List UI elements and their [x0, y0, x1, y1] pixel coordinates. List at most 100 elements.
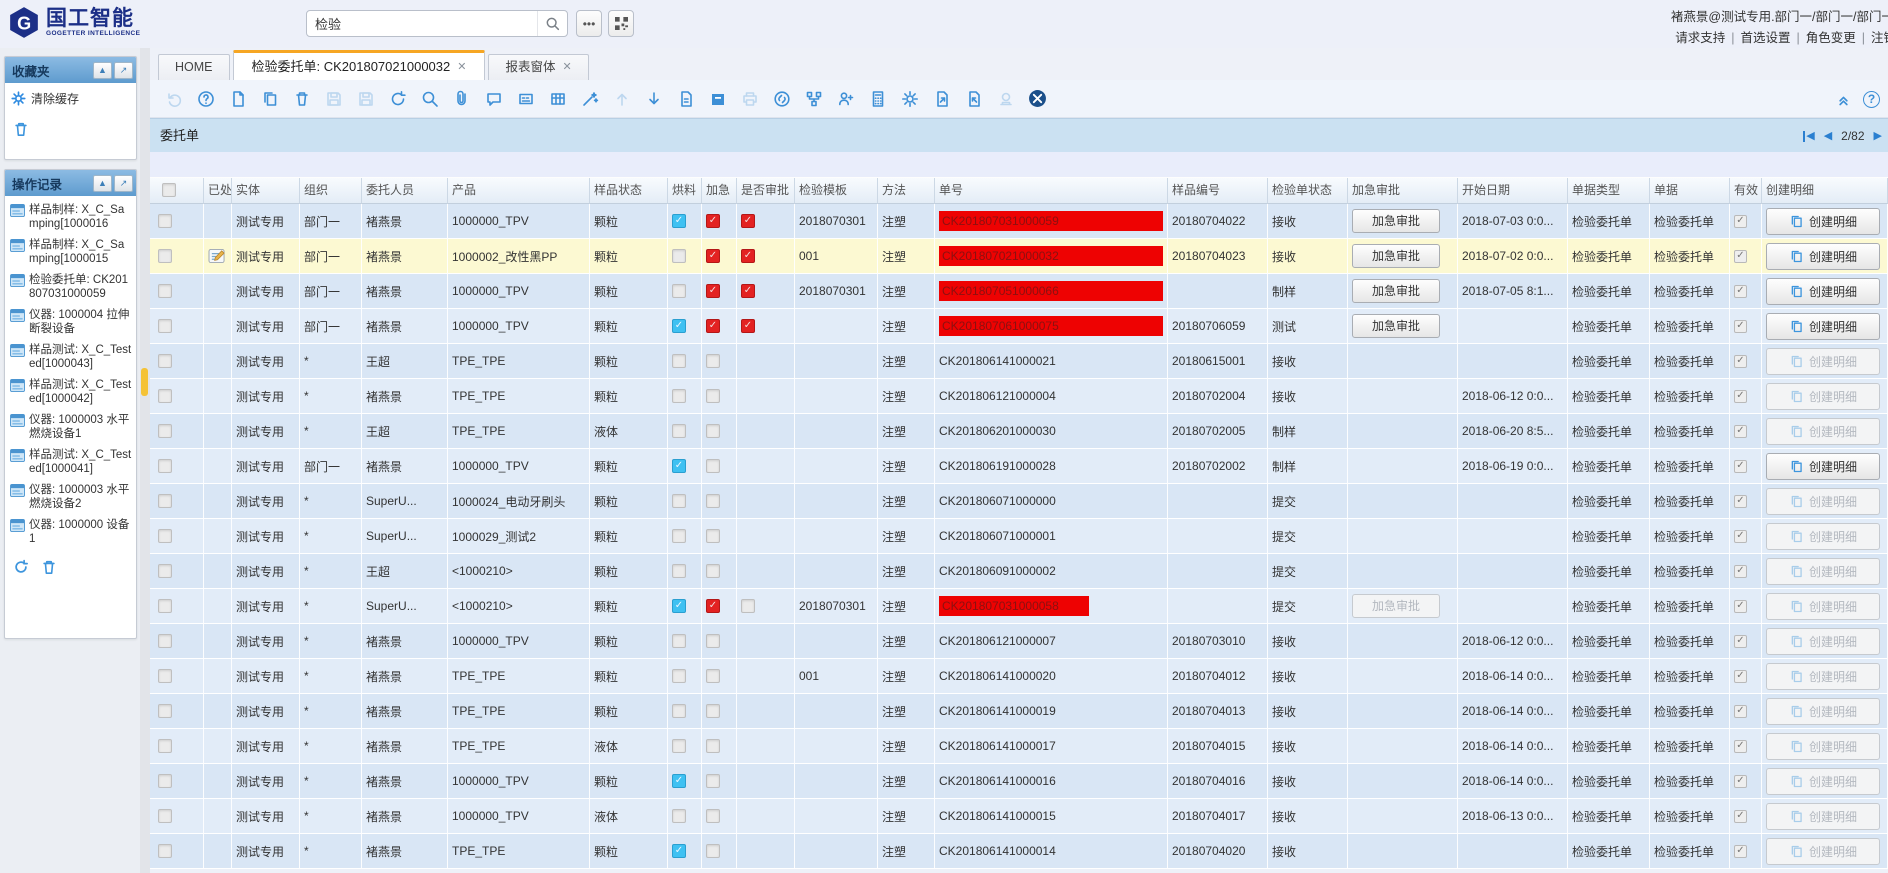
- tab-home[interactable]: HOME: [158, 54, 230, 80]
- collapse-panel-icon[interactable]: ▲: [93, 175, 112, 192]
- header-link-3[interactable]: 角色变更: [1806, 31, 1856, 45]
- approve-checkbox[interactable]: ✓: [741, 249, 755, 263]
- approve-checkbox[interactable]: [741, 599, 755, 613]
- bake-checkbox[interactable]: [672, 284, 686, 298]
- row-select-checkbox[interactable]: [158, 424, 172, 438]
- more-options-button[interactable]: •••: [576, 10, 602, 37]
- header-cell-need-approve[interactable]: 是否审批: [737, 178, 795, 204]
- table-row[interactable]: 测试专用部门一褚燕景1000002_改性黑PP颗粒✓✓001注塑CK201807…: [150, 239, 1888, 274]
- history-item-1[interactable]: 样品制样: X_C_Samping[1000016: [10, 199, 132, 234]
- header-cell-select[interactable]: [150, 178, 204, 204]
- table-row[interactable]: 测试专用*王超TPE_TPE液体注塑CK20180620100003020180…: [150, 414, 1888, 449]
- header-cell-bake[interactable]: 烘料: [668, 178, 702, 204]
- next-page-icon[interactable]: ▶: [1874, 131, 1882, 142]
- valid-checkbox[interactable]: ✓: [1734, 600, 1747, 613]
- workflow-icon[interactable]: [804, 89, 823, 108]
- valid-checkbox[interactable]: ✓: [1734, 355, 1747, 368]
- valid-checkbox[interactable]: ✓: [1734, 460, 1747, 473]
- urgent-checkbox[interactable]: [706, 424, 720, 438]
- splitter-drag-handle[interactable]: [141, 368, 148, 396]
- table-row[interactable]: 测试专用*王超TPE_TPE颗粒注塑CK20180614100002120180…: [150, 344, 1888, 379]
- export-doc-icon[interactable]: [932, 89, 951, 108]
- urgent-approve-button[interactable]: 加急审批: [1352, 209, 1440, 233]
- add-contact-icon[interactable]: [836, 89, 855, 108]
- header-link-1[interactable]: 请求支持: [1675, 31, 1725, 45]
- archive-icon[interactable]: [708, 89, 727, 108]
- valid-checkbox[interactable]: ✓: [1734, 775, 1747, 788]
- bake-checkbox[interactable]: ✓: [672, 319, 686, 333]
- valid-checkbox[interactable]: ✓: [1734, 215, 1747, 228]
- export-doc-2-icon[interactable]: [964, 89, 983, 108]
- urgent-checkbox[interactable]: [706, 774, 720, 788]
- tab-report-form[interactable]: 报表窗体✕: [488, 54, 588, 80]
- search-icon[interactable]: [537, 11, 567, 36]
- valid-checkbox[interactable]: ✓: [1734, 670, 1747, 683]
- form-icon[interactable]: [516, 89, 535, 108]
- comment-icon[interactable]: [484, 89, 503, 108]
- row-select-checkbox[interactable]: [158, 669, 172, 683]
- valid-checkbox[interactable]: ✓: [1734, 845, 1747, 858]
- urgent-checkbox[interactable]: [706, 739, 720, 753]
- close-tab-icon[interactable]: ✕: [562, 55, 571, 80]
- refresh-history-icon[interactable]: [13, 559, 29, 575]
- new-document-icon[interactable]: [228, 89, 247, 108]
- table-row[interactable]: 测试专用*褚燕景TPE_TPE液体注塑CK2018061410000172018…: [150, 729, 1888, 764]
- pdf-export-icon[interactable]: [676, 89, 695, 108]
- header-cell-doc-type[interactable]: 单据类型: [1568, 178, 1650, 204]
- valid-checkbox[interactable]: ✓: [1734, 740, 1747, 753]
- valid-checkbox[interactable]: ✓: [1734, 705, 1747, 718]
- urgent-checkbox[interactable]: [706, 459, 720, 473]
- history-item-6[interactable]: 样品测试: X_C_Tested[1000042]: [10, 374, 132, 409]
- bake-checkbox[interactable]: [672, 669, 686, 683]
- bake-checkbox[interactable]: [672, 424, 686, 438]
- row-select-checkbox[interactable]: [158, 809, 172, 823]
- select-all-checkbox[interactable]: [162, 183, 176, 197]
- header-cell-sample-state[interactable]: 样品状态: [590, 178, 668, 204]
- bake-checkbox[interactable]: ✓: [672, 844, 686, 858]
- create-detail-button[interactable]: 创建明细: [1766, 278, 1880, 305]
- history-item-4[interactable]: 仪器: 1000004 拉伸断裂设备: [10, 304, 132, 339]
- history-item-2[interactable]: 样品制样: X_C_Samping[1000015: [10, 234, 132, 269]
- row-select-checkbox[interactable]: [158, 529, 172, 543]
- header-cell-processed[interactable]: 已处: [204, 178, 232, 204]
- expand-panel-icon[interactable]: ↗: [114, 175, 133, 192]
- urgent-checkbox[interactable]: ✓: [706, 284, 720, 298]
- header-cell-sample-no[interactable]: 样品编号: [1168, 178, 1268, 204]
- bake-checkbox[interactable]: ✓: [672, 774, 686, 788]
- header-link-2[interactable]: 首选设置: [1740, 31, 1790, 45]
- urgent-approve-button[interactable]: 加急审批: [1352, 279, 1440, 303]
- favorite-item-clear-cache[interactable]: 清除缓存: [5, 83, 136, 111]
- previous-page-icon[interactable]: ◀: [1824, 131, 1832, 142]
- urgent-checkbox[interactable]: ✓: [706, 249, 720, 263]
- valid-checkbox[interactable]: ✓: [1734, 425, 1747, 438]
- table-row[interactable]: 测试专用*褚燕景TPE_TPE颗粒001注塑CK2018061410000202…: [150, 659, 1888, 694]
- block-icon[interactable]: [1028, 89, 1047, 108]
- copy-icon[interactable]: [260, 89, 279, 108]
- header-cell-order-no[interactable]: 单号: [935, 178, 1168, 204]
- header-cell-urgent-approve[interactable]: 加急审批: [1348, 178, 1458, 204]
- table-row[interactable]: 测试专用*褚燕景1000000_TPV颗粒注塑CK201806121000007…: [150, 624, 1888, 659]
- header-cell-entity[interactable]: 实体: [232, 178, 300, 204]
- urgent-checkbox[interactable]: [706, 564, 720, 578]
- urgent-approve-button[interactable]: 加急审批: [1352, 244, 1440, 268]
- table-row[interactable]: 测试专用*SuperU...1000024_电动牙刷头颗粒注塑CK2018060…: [150, 484, 1888, 519]
- header-cell-method[interactable]: 方法: [878, 178, 935, 204]
- delete-icon[interactable]: [292, 89, 311, 108]
- bake-checkbox[interactable]: [672, 389, 686, 403]
- magic-wand-icon[interactable]: [580, 89, 599, 108]
- row-select-checkbox[interactable]: [158, 354, 172, 368]
- header-cell-urgent[interactable]: 加急: [702, 178, 737, 204]
- row-select-checkbox[interactable]: [158, 634, 172, 648]
- valid-checkbox[interactable]: ✓: [1734, 495, 1747, 508]
- valid-checkbox[interactable]: ✓: [1734, 390, 1747, 403]
- bake-checkbox[interactable]: ✓: [672, 599, 686, 613]
- valid-checkbox[interactable]: ✓: [1734, 530, 1747, 543]
- urgent-approve-button[interactable]: 加急审批: [1352, 314, 1440, 338]
- header-cell-document[interactable]: 单据: [1650, 178, 1730, 204]
- row-select-checkbox[interactable]: [158, 249, 172, 263]
- header-cell-product[interactable]: 产品: [448, 178, 590, 204]
- refresh-icon[interactable]: [388, 89, 407, 108]
- tab-inspection-order[interactable]: 检验委托单: CK201807021000032✕: [233, 50, 486, 80]
- collapse-panel-icon[interactable]: ▲: [93, 62, 112, 79]
- urgent-checkbox[interactable]: [706, 354, 720, 368]
